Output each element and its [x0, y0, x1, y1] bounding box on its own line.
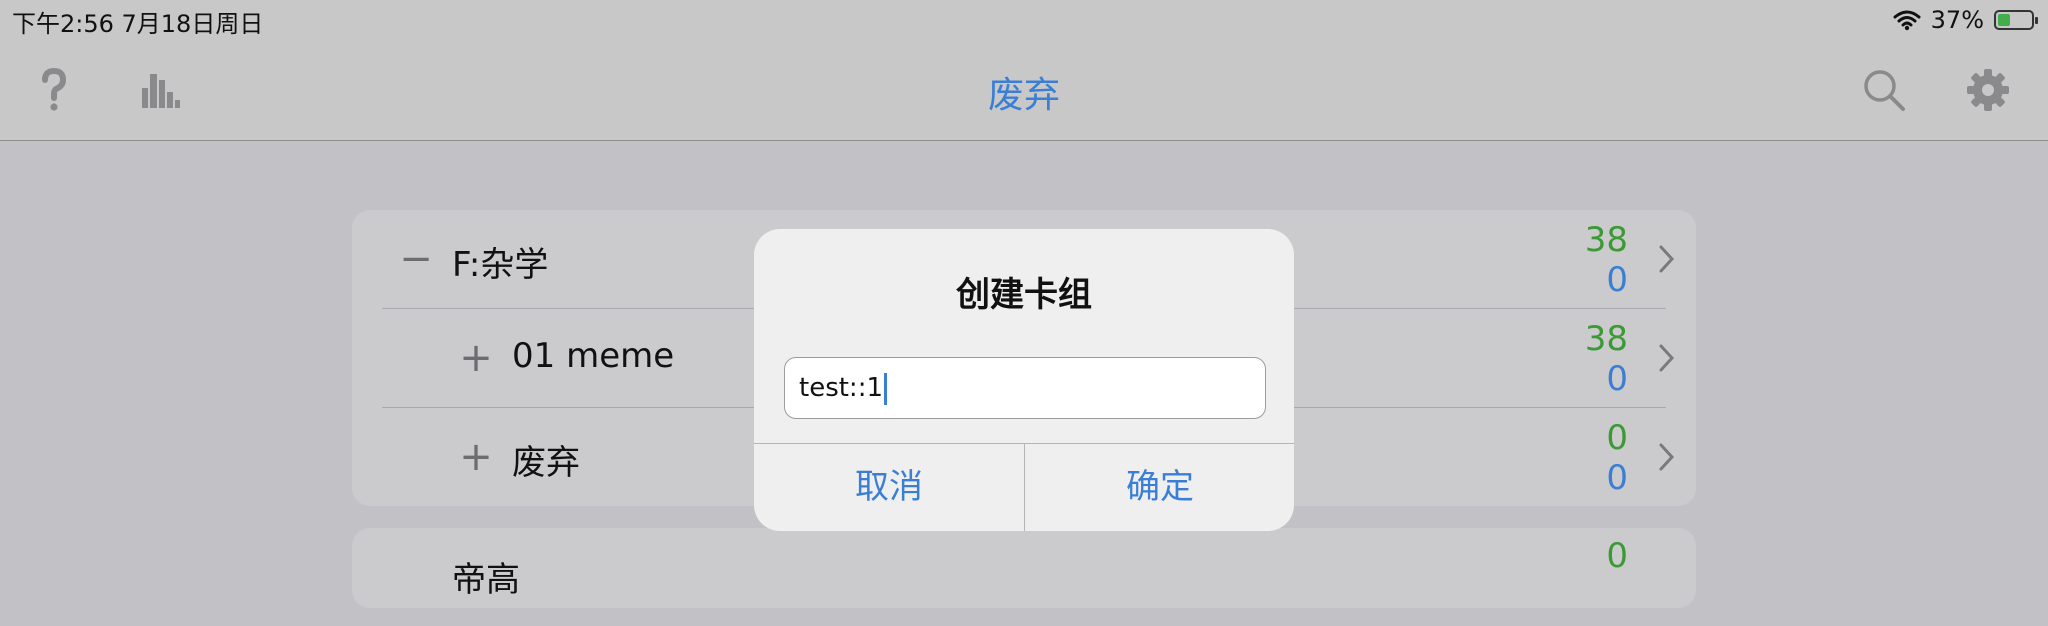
battery-icon [1994, 10, 2038, 30]
cancel-button[interactable]: 取消 [754, 444, 1024, 531]
chevron-right-icon [1659, 443, 1675, 471]
collapse-toggle[interactable]: − [398, 239, 434, 279]
deck-name: F:杂学 [452, 245, 549, 285]
status-time: 下午2:56 7月18日周日 [12, 10, 264, 38]
new-count: 0 [1606, 359, 1628, 399]
wifi-icon [1893, 10, 1921, 31]
confirm-button[interactable]: 确定 [1025, 444, 1294, 531]
status-indicators: 37% [1893, 4, 2038, 36]
deck-name: 01 meme [512, 336, 675, 376]
deck-list-next: 帝高 0 [352, 528, 1696, 608]
due-count: 0 [1606, 418, 1628, 458]
dialog-title: 创建卡组 [956, 275, 1092, 315]
deck-name-input-value: test::1 [799, 373, 883, 403]
expand-toggle[interactable]: + [458, 338, 494, 378]
due-count: 38 [1584, 319, 1628, 359]
search-icon[interactable] [1856, 62, 1912, 118]
expand-toggle[interactable]: + [458, 437, 494, 477]
due-count: 38 [1584, 220, 1628, 260]
gear-icon[interactable] [1960, 62, 2016, 118]
status-bar: 下午2:56 7月18日周日 37% [0, 0, 2048, 40]
new-count: 0 [1606, 458, 1628, 498]
text-caret [884, 372, 887, 405]
chevron-right-icon [1659, 245, 1675, 273]
deck-row[interactable]: 帝高 0 [352, 528, 1696, 626]
create-deck-dialog: 创建卡组 test::1 取消 确定 [754, 229, 1294, 531]
due-count: 0 [1606, 536, 1628, 576]
page-title: 废弃 [987, 75, 1060, 116]
chevron-right-icon [1659, 344, 1675, 372]
deck-name: 帝高 [452, 560, 520, 600]
new-count: 0 [1606, 260, 1628, 300]
navigation-bar: 废弃 [0, 40, 2048, 141]
deck-name: 废弃 [512, 443, 580, 483]
deck-name-input[interactable]: test::1 [784, 357, 1266, 419]
battery-level-fill [1998, 14, 2010, 26]
battery-percent: 37% [1930, 6, 1984, 34]
